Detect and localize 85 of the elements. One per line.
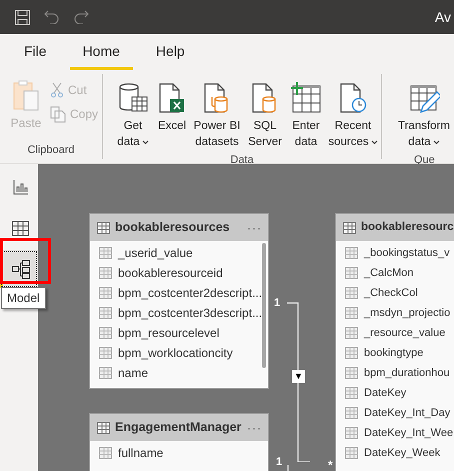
column-icon: [345, 267, 358, 279]
ribbon-button[interactable]: Excel: [153, 74, 191, 152]
ribbon-tab[interactable]: Home: [70, 36, 133, 70]
cardinality-label: 1: [276, 455, 282, 470]
field-name[interactable]: fullname: [118, 444, 164, 462]
table-card[interactable]: bookableresourc _bookingstatus_v _CalcMon _CheckCol _msdyn_projectio _resource_value bookingtype bpm_durationhou DateKey DateKey_Int_Day DateKey_Int_Wee DateKey_Week: [335, 213, 454, 471]
column-icon: [99, 287, 112, 299]
column-icon: [345, 427, 358, 439]
table-name: bookableresources: [115, 219, 231, 236]
column-icon: [345, 307, 358, 319]
ribbon-tab[interactable]: Help: [142, 36, 198, 70]
table-name: EngagementManager: [115, 419, 242, 436]
ribbon-button[interactable]: Enter data: [287, 74, 325, 152]
column-icon: [345, 407, 358, 419]
window-title: Av: [434, 8, 451, 26]
column-icon: [99, 347, 112, 359]
column-icon: [345, 327, 358, 339]
table-icon: [343, 222, 356, 234]
ribbon-button[interactable]: Recent sources: [325, 74, 381, 152]
table-icon: [97, 222, 110, 234]
group-label: Data: [229, 153, 255, 168]
copy-icon: [50, 106, 66, 122]
undo-icon[interactable]: [44, 10, 60, 24]
table-card[interactable]: bookableresources ··· _userid_value bookableresourceid bpm_costcenter2descript... bpm_costcenter3descript... bpm_resourcelevel bpm_worklocationcity name: [89, 213, 269, 389]
column-icon: [345, 387, 358, 399]
database-icon: [117, 82, 149, 114]
field-name[interactable]: bpm_costcenter3descript...: [118, 304, 262, 322]
column-icon: [99, 327, 112, 339]
field-name[interactable]: _resource_value: [364, 324, 446, 342]
table-name: bookableresourc: [361, 220, 454, 235]
field-name[interactable]: bpm_resourcelevel: [118, 324, 220, 342]
field-name[interactable]: DateKey: [364, 384, 406, 402]
save-icon[interactable]: [14, 8, 31, 26]
more-options-icon[interactable]: ···: [247, 218, 262, 236]
filter-direction-icon: ▼: [292, 370, 305, 383]
field-name[interactable]: _bookingstatus_v: [364, 244, 450, 262]
chevron-down-icon: [142, 140, 149, 144]
chevron-down-icon: [370, 140, 378, 144]
field-name[interactable]: _msdyn_projectio: [364, 304, 450, 322]
field-name[interactable]: _CheckCol: [364, 284, 418, 302]
table-icon: [97, 422, 110, 434]
group-label: Que: [413, 153, 436, 168]
column-icon: [99, 247, 112, 259]
ribbon-button[interactable]: SQL Server: [243, 74, 287, 152]
more-options-icon[interactable]: ···: [247, 418, 262, 436]
column-icon: [99, 367, 112, 379]
column-icon: [345, 247, 358, 259]
cardinality-label: 1: [274, 296, 280, 311]
column-icon: [345, 287, 358, 299]
column-icon: [345, 367, 358, 379]
group-label: Clipboard: [26, 142, 76, 158]
field-name[interactable]: bpm_worklocationcity: [118, 344, 233, 362]
column-icon: [345, 447, 358, 459]
column-icon: [99, 267, 112, 279]
chevron-down-icon: [432, 140, 440, 144]
field-name[interactable]: _userid_value: [118, 244, 193, 262]
tooltip: Model: [1, 287, 46, 309]
highlight-frame: [0, 238, 51, 284]
table-card[interactable]: EngagementManager ··· fullname: [89, 413, 269, 471]
scissors-icon: [50, 82, 64, 98]
model-diagram-icon: [12, 260, 30, 278]
ribbon-button[interactable]: Get data: [113, 74, 153, 152]
column-icon: [99, 307, 112, 319]
ribbon-button[interactable]: Transform data: [394, 74, 454, 152]
field-name[interactable]: bookingtype: [364, 344, 424, 362]
field-name[interactable]: DateKey_Week: [364, 444, 440, 462]
field-name[interactable]: name: [118, 364, 148, 382]
column-icon: [345, 347, 358, 359]
field-name[interactable]: bpm_durationhou: [364, 364, 450, 382]
table-pencil-icon: [408, 82, 440, 114]
table-plus-icon: [290, 82, 322, 114]
field-name[interactable]: bookableresourceid: [118, 264, 223, 282]
field-name[interactable]: DateKey_Int_Day: [364, 404, 450, 422]
ribbon-button[interactable]: Power BI datasets: [191, 74, 243, 152]
cardinality-label: *: [328, 457, 333, 471]
table-icon: [12, 220, 29, 236]
ribbon-tab[interactable]: File: [11, 36, 60, 70]
bar-chart-icon: [12, 179, 28, 195]
field-name[interactable]: _CalcMon: [364, 264, 414, 282]
field-name[interactable]: bpm_costcenter2descript...: [118, 284, 262, 302]
field-name[interactable]: DateKey_Int_Wee: [364, 424, 454, 442]
scrollbar[interactable]: [262, 243, 266, 368]
clipboard-icon: [11, 78, 41, 112]
column-icon: [99, 447, 112, 459]
redo-icon[interactable]: [73, 10, 89, 24]
